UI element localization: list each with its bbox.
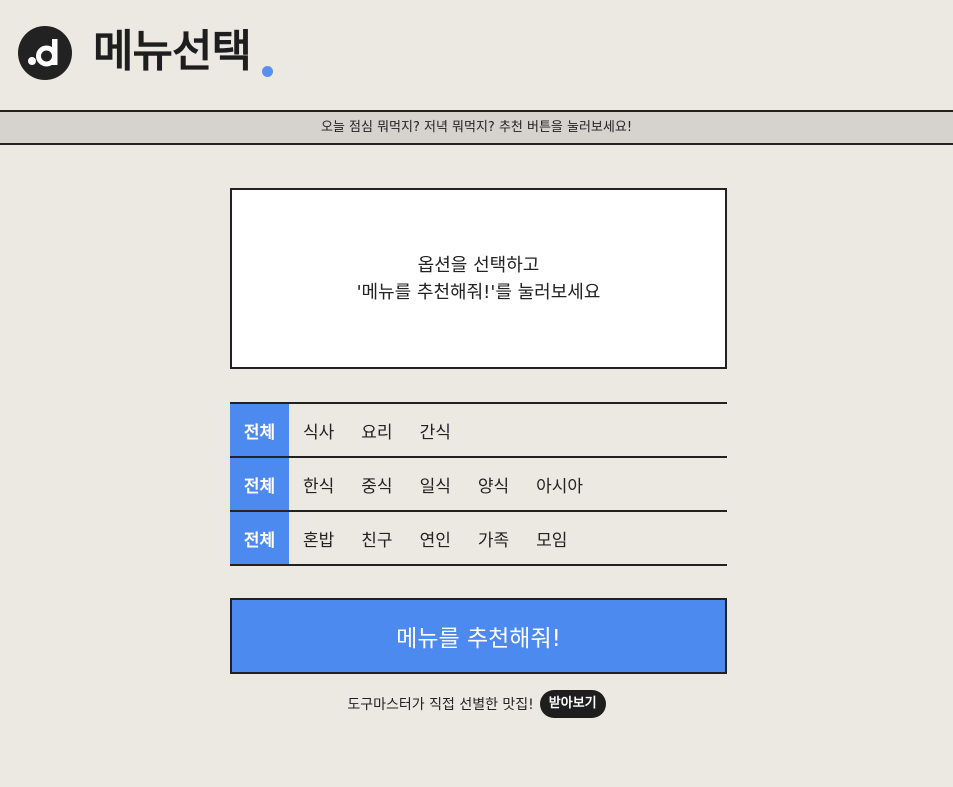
recommend-button[interactable]: 메뉴를 추천해줘! bbox=[230, 598, 727, 674]
result-display: 옵션을 선택하고 '메뉴를 추천해줘!'를 눌러보세요 bbox=[230, 188, 727, 369]
filter-option[interactable]: 모임 bbox=[536, 512, 567, 564]
filter-all-company[interactable]: 전체 bbox=[230, 512, 289, 564]
filter-all-cuisine[interactable]: 전체 bbox=[230, 458, 289, 510]
filter-option[interactable]: 한식 bbox=[303, 458, 334, 510]
filter-row-type: 전체 식사 요리 간식 bbox=[230, 404, 727, 458]
subscribe-button[interactable]: 받아보기 bbox=[539, 690, 606, 718]
filter-group: 전체 식사 요리 간식 전체 한식 중식 일식 양식 아시아 전체 혼밥 친구 … bbox=[230, 402, 727, 566]
filter-option[interactable]: 식사 bbox=[303, 404, 334, 456]
result-line-1: 옵션을 선택하고 bbox=[417, 254, 540, 276]
d-logo-icon[interactable] bbox=[18, 26, 72, 80]
filter-option[interactable]: 가족 bbox=[478, 512, 509, 564]
filter-row-company: 전체 혼밥 친구 연인 가족 모임 bbox=[230, 512, 727, 566]
brand-dot bbox=[262, 66, 273, 77]
info-banner: 오늘 점심 뭐먹지? 저녁 뭐먹지? 추천 버튼을 눌러보세요! bbox=[0, 110, 953, 145]
filter-all-type[interactable]: 전체 bbox=[230, 404, 289, 456]
filter-option[interactable]: 아시아 bbox=[536, 458, 583, 510]
result-line-2: '메뉴를 추천해줘!'를 눌러보세요 bbox=[356, 281, 601, 303]
page-title: 메뉴선택 bbox=[93, 26, 252, 77]
filter-option[interactable]: 혼밥 bbox=[303, 512, 334, 564]
filter-option[interactable]: 요리 bbox=[361, 404, 392, 456]
footer-promo: 도구마스터가 직접 선별한 맛집! 받아보기 bbox=[0, 688, 953, 720]
header: 메뉴선택 bbox=[0, 0, 953, 110]
filter-row-cuisine: 전체 한식 중식 일식 양식 아시아 bbox=[230, 458, 727, 512]
filter-option[interactable]: 중식 bbox=[361, 458, 392, 510]
filter-option[interactable]: 간식 bbox=[420, 404, 451, 456]
filter-option[interactable]: 양식 bbox=[478, 458, 509, 510]
filter-option[interactable]: 연인 bbox=[420, 512, 451, 564]
filter-option[interactable]: 일식 bbox=[420, 458, 451, 510]
filter-option[interactable]: 친구 bbox=[361, 512, 392, 564]
footer-text: 도구마스터가 직접 선별한 맛집! bbox=[347, 697, 534, 713]
